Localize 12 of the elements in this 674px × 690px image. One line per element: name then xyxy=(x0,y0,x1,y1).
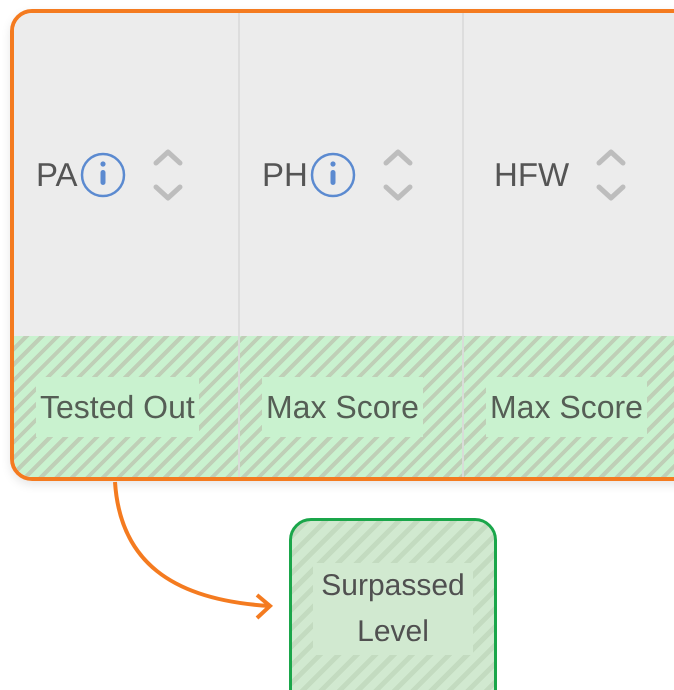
sort-icon[interactable] xyxy=(595,148,628,202)
info-icon[interactable] xyxy=(80,152,126,198)
info-icon[interactable] xyxy=(310,152,356,198)
sort-icon[interactable] xyxy=(152,148,184,202)
status-label: Tested Out xyxy=(36,376,199,436)
sort-icon[interactable] xyxy=(382,148,414,202)
column-label: PH xyxy=(262,154,308,195)
column-label: PA xyxy=(36,154,78,195)
column-label: HFW xyxy=(494,154,570,195)
legend-label: Surpassed Level xyxy=(313,563,473,655)
status-label: Max Score xyxy=(262,376,423,436)
status-label: Max Score xyxy=(486,376,647,436)
